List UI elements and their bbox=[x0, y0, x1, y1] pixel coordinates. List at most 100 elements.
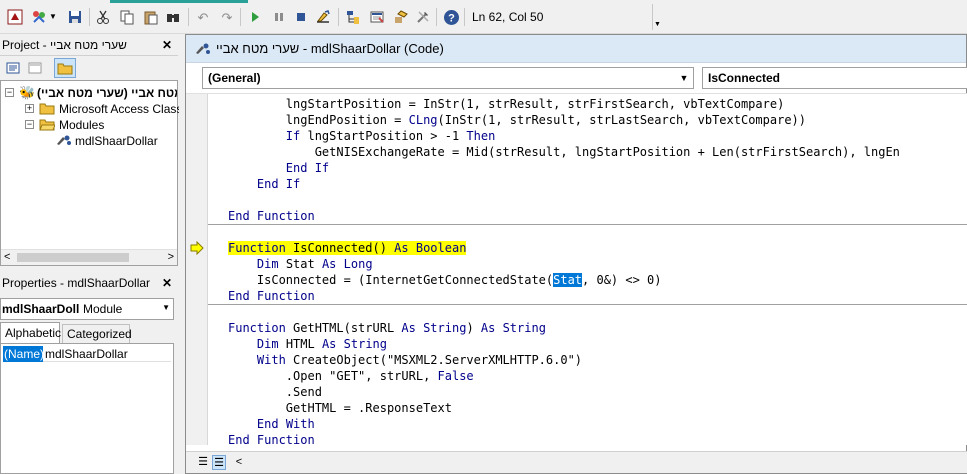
toolbar-separator bbox=[464, 8, 465, 26]
code-line: lngStartPosition = InStr(1, strResult, s… bbox=[285, 97, 785, 111]
procedure-combo-value: IsConnected bbox=[708, 71, 781, 85]
properties-grid: (Name) mdlShaarDollar bbox=[0, 343, 174, 474]
code-line: End If bbox=[256, 177, 301, 191]
code-line: End With bbox=[256, 417, 315, 431]
procedure-separator bbox=[208, 224, 967, 225]
code-window-title: שערי מטח אביי - mdlShaarDollar (Code) bbox=[216, 41, 444, 56]
collapse-icon[interactable]: − bbox=[25, 120, 34, 129]
property-name-cell[interactable]: (Name) bbox=[3, 346, 44, 362]
code-line: lngEndPosition = CLng(InStr(1, strResult… bbox=[285, 113, 806, 127]
run-icon[interactable] bbox=[246, 8, 264, 26]
toolbar-separator bbox=[436, 8, 437, 26]
project-explorer-icon[interactable] bbox=[344, 8, 362, 26]
scroll-right-icon[interactable]: > bbox=[168, 251, 174, 263]
line-column-indicator: Ln 62, Col 50 bbox=[472, 10, 544, 24]
close-icon[interactable]: ✕ bbox=[160, 276, 174, 290]
reset-icon[interactable] bbox=[292, 8, 310, 26]
copy-icon[interactable] bbox=[118, 8, 136, 26]
toolbar-separator bbox=[188, 8, 189, 26]
full-module-view-icon[interactable]: ☰ bbox=[212, 455, 226, 470]
insert-tools-icon[interactable] bbox=[30, 8, 48, 26]
project-explorer-tree: − 🐝 שערי מטח אביי (שערי מטח אביי) + Micr… bbox=[0, 80, 179, 266]
code-line: End Function bbox=[228, 433, 315, 445]
undo-icon[interactable]: ↶ bbox=[194, 8, 212, 26]
procedure-separator bbox=[208, 304, 967, 305]
tab-alphabetic[interactable]: Alphabetic bbox=[0, 322, 61, 344]
toolbar-separator bbox=[240, 8, 241, 26]
code-line: With CreateObject("MSXML2.ServerXMLHTTP.… bbox=[256, 353, 583, 367]
scroll-left-icon[interactable]: < bbox=[232, 455, 246, 470]
code-line: .Open "GET", strURL, False bbox=[285, 369, 474, 383]
code-line: End If bbox=[285, 161, 330, 175]
code-line: Function GetHTML(strURL As String) As St… bbox=[228, 321, 546, 335]
code-window-bottom-bar: ☰ ☰ < bbox=[186, 451, 967, 473]
collapse-icon[interactable]: − bbox=[5, 88, 14, 97]
procedure-combo[interactable]: IsConnected bbox=[702, 67, 967, 89]
chevron-down-icon[interactable]: ▼ bbox=[675, 68, 693, 88]
module-icon bbox=[194, 41, 212, 61]
save-icon[interactable] bbox=[66, 8, 84, 26]
procedure-view-icon[interactable]: ☰ bbox=[196, 455, 210, 470]
cut-icon[interactable] bbox=[94, 8, 112, 26]
code-line-current: Function IsConnected() As Boolean bbox=[228, 241, 467, 255]
help-icon[interactable]: ? bbox=[442, 8, 460, 26]
project-panel-title-text: Project - שערי מטח אביי bbox=[2, 38, 127, 52]
object-selector-name: mdlShaarDoll bbox=[2, 302, 80, 316]
project-panel-title: Project - שערי מטח אביי ✕ bbox=[0, 34, 178, 56]
chevron-down-icon[interactable]: ▼ bbox=[162, 303, 170, 312]
toggle-folders-icon[interactable] bbox=[54, 58, 76, 78]
paste-icon[interactable] bbox=[142, 8, 160, 26]
design-mode-icon[interactable] bbox=[314, 8, 332, 26]
code-window-title-bar: שערי מטח אביי - mdlShaarDollar (Code) bbox=[186, 35, 966, 63]
expand-icon[interactable]: + bbox=[25, 104, 34, 113]
svg-text:?: ? bbox=[448, 12, 455, 24]
tree-item-label: שערי מטח אביי (שערי מטח אביי) bbox=[37, 86, 177, 100]
view-code-icon[interactable] bbox=[4, 59, 22, 77]
scrollbar-thumb[interactable] bbox=[17, 253, 129, 262]
code-line: Dim Stat As Long bbox=[256, 257, 373, 271]
tree-item-label: mdlShaarDollar bbox=[75, 134, 158, 148]
code-line: Dim HTML As String bbox=[256, 337, 387, 351]
current-line-arrow-icon bbox=[190, 240, 204, 256]
code-line: GetNISExchangeRate = Mid(strResult, lngS… bbox=[314, 145, 900, 159]
break-icon[interactable] bbox=[270, 8, 288, 26]
code-line: End Function bbox=[228, 289, 315, 303]
view-object-icon[interactable] bbox=[26, 59, 44, 77]
horizontal-scrollbar[interactable]: < > bbox=[1, 249, 177, 265]
code-line: If lngStartPosition > -1 Then bbox=[285, 129, 496, 143]
code-line: GetHTML = .ResponseText bbox=[285, 401, 452, 415]
object-combo-value: (General) bbox=[208, 71, 261, 85]
tree-item-label: Modules bbox=[59, 118, 105, 132]
code-line: End Function bbox=[228, 209, 315, 223]
dropdown-arrow-icon[interactable]: ▼ bbox=[48, 8, 58, 26]
object-selector[interactable]: mdlShaarDoll Module ▼ bbox=[0, 298, 174, 320]
toolbox-icon[interactable] bbox=[414, 8, 432, 26]
code-editor[interactable]: lngStartPosition = InStr(1, strResult, s… bbox=[186, 93, 967, 445]
close-icon[interactable]: ✕ bbox=[160, 38, 174, 52]
selected-text: Stat bbox=[553, 273, 583, 287]
folder-open-icon bbox=[39, 117, 56, 135]
toolbar-separator bbox=[89, 8, 90, 26]
toolbar-separator bbox=[338, 8, 339, 26]
module-icon bbox=[55, 133, 73, 151]
standard-toolbar: ▼ ↶ ↷ ? Ln 62, Col 50 ▼ bbox=[0, 0, 967, 34]
redo-icon[interactable]: ↷ bbox=[218, 8, 236, 26]
object-selector-type: Module bbox=[83, 302, 123, 316]
toolbar-overflow-handle[interactable]: ▼ bbox=[652, 4, 661, 30]
code-margin-bar[interactable] bbox=[186, 94, 208, 445]
access-key-icon[interactable] bbox=[6, 8, 24, 26]
scroll-left-icon[interactable]: < bbox=[4, 251, 10, 263]
find-icon[interactable] bbox=[164, 8, 182, 26]
properties-panel-title-text: Properties - mdlShaarDollar bbox=[2, 276, 151, 290]
vba-project-icon: 🐝 bbox=[19, 85, 36, 100]
properties-panel-title: Properties - mdlShaarDollar ✕ bbox=[0, 272, 178, 294]
code-line: .Send bbox=[285, 385, 322, 399]
active-app-strip bbox=[110, 0, 248, 3]
object-combo[interactable]: (General) ▼ bbox=[202, 67, 694, 89]
object-browser-icon[interactable] bbox=[392, 8, 410, 26]
code-window: שערי מטח אביי - mdlShaarDollar (Code) (G… bbox=[185, 34, 967, 474]
tab-categorized[interactable]: Categorized bbox=[62, 324, 132, 344]
code-line: IsConnected = (InternetGetConnectedState… bbox=[256, 273, 662, 287]
properties-icon[interactable] bbox=[368, 8, 386, 26]
property-value-cell[interactable]: mdlShaarDollar bbox=[43, 346, 171, 362]
